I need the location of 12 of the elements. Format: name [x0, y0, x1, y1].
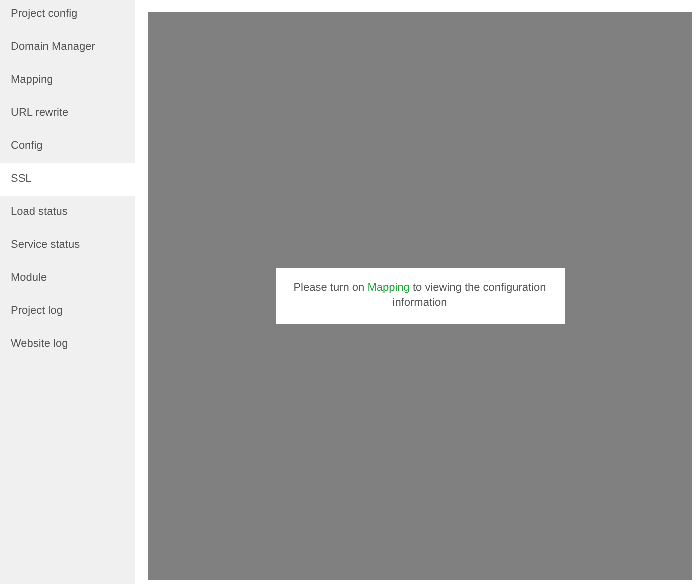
- sidebar-item[interactable]: Project config: [0, 0, 135, 31]
- notice-text: Please turn on Mapping to viewing the configuration information: [292, 281, 548, 311]
- sidebar-item[interactable]: Load status: [0, 196, 135, 229]
- sidebar-item[interactable]: Project log: [0, 295, 135, 328]
- sidebar-item[interactable]: Service status: [0, 229, 135, 262]
- sidebar-item[interactable]: Domain Manager: [0, 31, 135, 64]
- sidebar-item[interactable]: Module: [0, 262, 135, 295]
- sidebar-item[interactable]: SSL: [0, 163, 135, 196]
- sidebar-item[interactable]: Website log: [0, 328, 135, 361]
- sidebar-item[interactable]: URL rewrite: [0, 97, 135, 130]
- sidebar-item[interactable]: Mapping: [0, 64, 135, 97]
- sidebar-item[interactable]: Config: [0, 130, 135, 163]
